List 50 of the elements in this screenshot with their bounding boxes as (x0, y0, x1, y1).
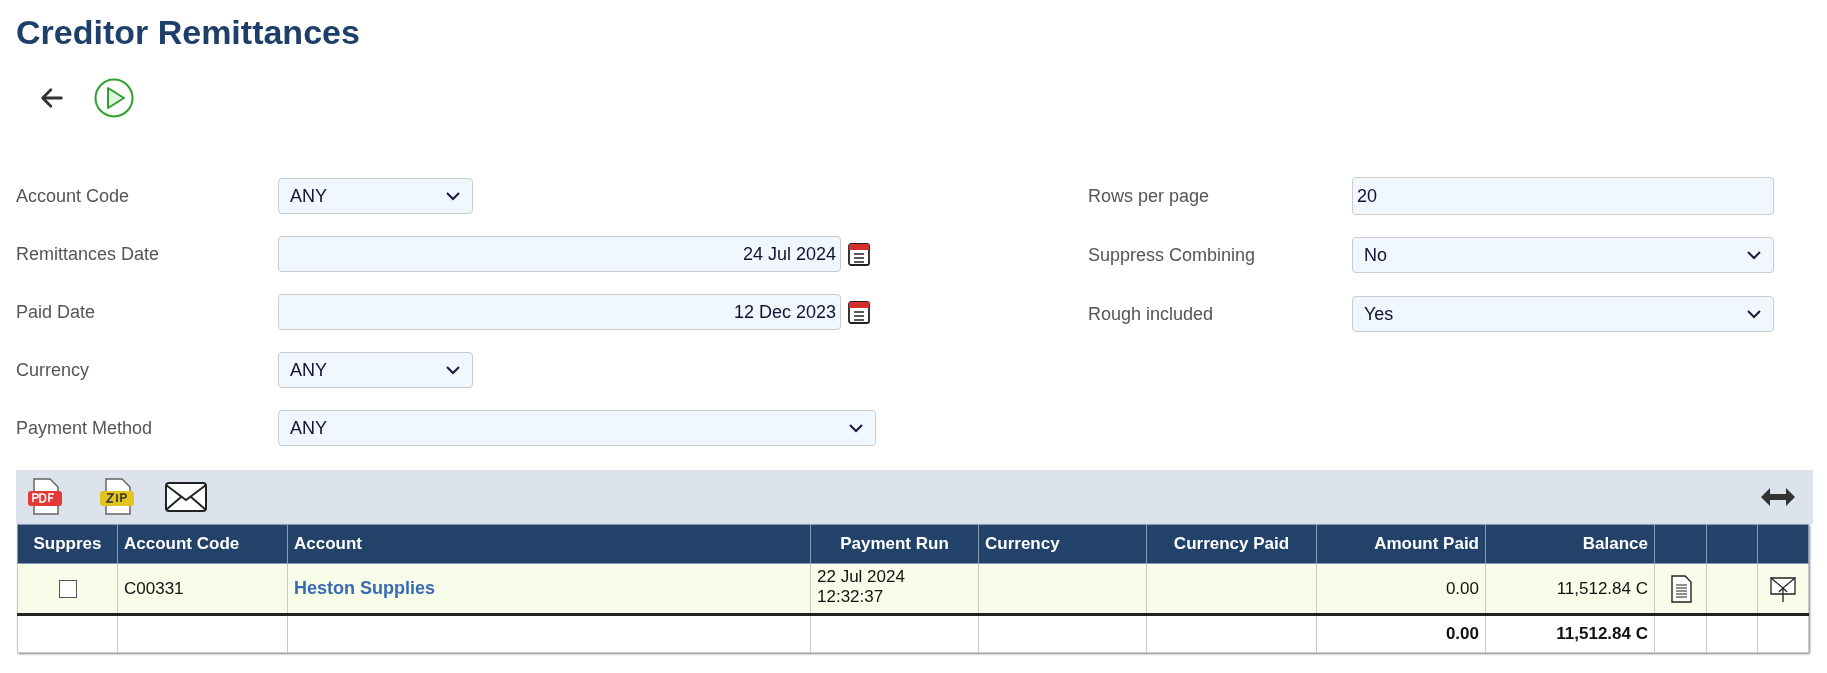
pdf-export-button[interactable] (26, 477, 64, 517)
resize-columns-button[interactable] (1759, 486, 1797, 508)
zip-file-icon (98, 477, 136, 517)
dropdown[interactable]: ANY (278, 352, 473, 388)
column-header[interactable]: Amount Paid (1316, 524, 1486, 564)
calendar-icon[interactable] (847, 299, 871, 325)
send-email-button[interactable] (1770, 574, 1796, 603)
envelope-arrow-icon (1770, 574, 1796, 603)
dropdown[interactable]: ANY (278, 410, 876, 446)
field-label: Account Code (16, 184, 131, 208)
page-title: Creditor Remittances (16, 12, 361, 52)
account-link[interactable]: Heston Supplies (294, 578, 436, 598)
total-cell: 11,512.84 C (1485, 614, 1655, 653)
column-header[interactable]: Currency (978, 524, 1147, 564)
column-header[interactable]: Currency Paid (1146, 524, 1317, 564)
field-label: Remittances Date (16, 242, 161, 266)
date-field[interactable]: 12 Dec 2023 (278, 294, 841, 330)
calendar-icon[interactable] (847, 241, 871, 267)
run-button[interactable] (94, 78, 134, 118)
input-field[interactable]: 20 (1352, 177, 1774, 215)
field-label: Rows per page (1088, 184, 1211, 208)
field-label: Payment Method (16, 416, 154, 440)
dropdown[interactable]: Yes (1352, 296, 1774, 332)
document-icon (1669, 574, 1692, 603)
date-field[interactable]: 24 Jul 2024 (278, 236, 841, 272)
chevron-down-icon (848, 423, 864, 433)
dropdown[interactable]: ANY (278, 178, 473, 214)
chevron-down-icon (1746, 250, 1762, 260)
chevron-down-icon (445, 365, 461, 375)
email-button[interactable] (164, 481, 208, 513)
field-label: Paid Date (16, 300, 97, 324)
column-header[interactable]: Balance (1485, 524, 1655, 564)
field-label: Rough included (1088, 302, 1215, 326)
checkbox[interactable] (58, 580, 77, 599)
double-arrow-icon (1759, 486, 1797, 508)
dropdown[interactable]: No (1352, 237, 1774, 273)
document-button[interactable] (1669, 574, 1692, 603)
column-header[interactable]: Account (287, 524, 811, 564)
pdf-file-icon (26, 477, 64, 517)
column-header[interactable]: Account Code (117, 524, 288, 564)
chevron-down-icon (1746, 309, 1762, 319)
total-cell: 0.00 (1316, 614, 1486, 653)
zip-export-button[interactable] (98, 477, 136, 517)
envelope-icon (164, 481, 208, 513)
chevron-down-icon (445, 191, 461, 201)
field-label: Suppress Combining (1088, 243, 1257, 267)
column-header[interactable]: Suppres (17, 524, 118, 564)
play-icon (94, 78, 134, 118)
column-header[interactable]: Payment Run (810, 524, 979, 564)
field-label: Currency (16, 358, 91, 382)
